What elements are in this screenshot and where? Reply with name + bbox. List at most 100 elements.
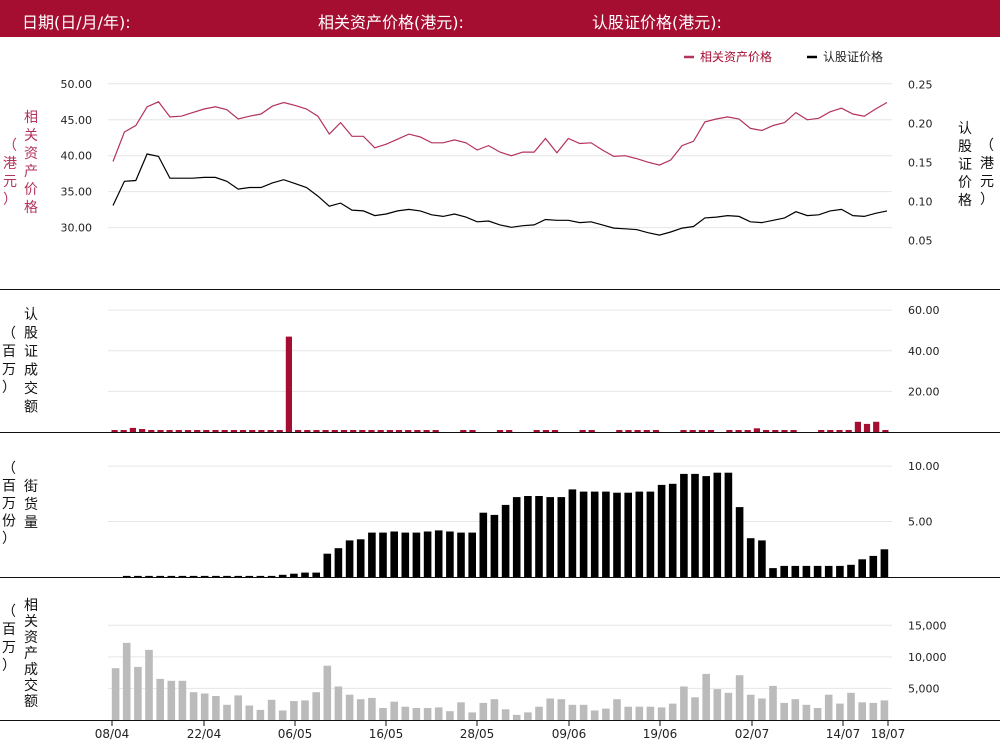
warrant-turnover-bar bbox=[643, 430, 650, 432]
outstanding-bar bbox=[390, 531, 398, 577]
outstanding-bar bbox=[613, 492, 621, 577]
outstanding-bar bbox=[535, 496, 543, 577]
outstanding-bar bbox=[557, 497, 566, 577]
outstanding-bar bbox=[802, 565, 811, 577]
asset-turnover-bar bbox=[479, 702, 488, 720]
asset-turnover-bar bbox=[111, 668, 120, 720]
warrant-turnover-bar bbox=[340, 430, 348, 432]
outstanding-bar bbox=[412, 532, 421, 577]
y-tick-left: 35.00 bbox=[61, 186, 93, 199]
asset-turnover-bar bbox=[245, 705, 254, 720]
asset-turnover-bar bbox=[501, 709, 510, 720]
asset-turnover-bar bbox=[167, 680, 176, 720]
outstanding-bar bbox=[780, 565, 788, 577]
asset-turnover-bar bbox=[713, 689, 722, 720]
outstanding-bar bbox=[668, 483, 677, 577]
outstanding-bar bbox=[434, 530, 443, 577]
outstanding-bar bbox=[200, 575, 209, 577]
outstanding-bar bbox=[301, 572, 309, 577]
outstanding-bar bbox=[847, 564, 855, 577]
outstanding-bar bbox=[769, 568, 777, 577]
outstanding-bar bbox=[490, 514, 499, 577]
asset-turnover-bar bbox=[200, 693, 209, 720]
y-tick-left: 40.00 bbox=[61, 150, 93, 163]
asset-turnover-bar bbox=[323, 665, 332, 720]
outstanding-bar bbox=[122, 575, 131, 577]
warrant-turnover-bar bbox=[496, 430, 504, 432]
warrant-turnover-bar bbox=[616, 430, 623, 432]
asset-turnover-bar bbox=[468, 712, 476, 720]
warrant-turnover-bar bbox=[249, 430, 256, 432]
outstanding-bar bbox=[624, 492, 632, 577]
outstanding-bar bbox=[345, 540, 354, 577]
warrant-turnover-bar bbox=[460, 430, 467, 432]
x-tick-label: 14/07 bbox=[826, 727, 861, 741]
asset-turnover-bar bbox=[657, 707, 666, 720]
asset-turnover-bar bbox=[535, 706, 543, 720]
warrant-turnover-bar bbox=[239, 430, 247, 432]
warrant-turnover-bar bbox=[184, 430, 192, 432]
asset-turnover-bar bbox=[189, 692, 198, 720]
outstanding-bar bbox=[836, 565, 844, 577]
warrant-turnover-bar bbox=[129, 427, 136, 432]
outstanding-bar bbox=[646, 491, 655, 577]
y-tick: 60.00 bbox=[908, 304, 940, 317]
chart-page: 日期(日/月/年): 相关资产价格(港元): 认股证价格(港元): 50.00 4… bbox=[0, 0, 1000, 751]
warrant-price-line bbox=[112, 153, 888, 236]
x-tick-label: 18/07 bbox=[871, 727, 906, 741]
warrant-turnover-bar bbox=[258, 430, 265, 432]
asset-turnover-bar bbox=[390, 701, 398, 720]
warrant-turnover-bar bbox=[276, 430, 283, 432]
warrant-turnover-bar bbox=[295, 430, 302, 432]
outstanding-bar bbox=[746, 538, 755, 577]
outstanding-bar bbox=[368, 532, 376, 577]
asset-turnover-bar bbox=[434, 707, 443, 720]
outstanding-bar bbox=[234, 575, 242, 577]
asset-turnover-bar bbox=[356, 699, 365, 720]
asset-turnover-bar bbox=[145, 649, 153, 720]
warrant-turnover-bar bbox=[689, 430, 696, 432]
warrant-turnover-bar bbox=[166, 430, 173, 432]
warrant-turnover-bar bbox=[414, 430, 421, 432]
warrant-turnover-bar bbox=[359, 430, 366, 432]
outstanding-bar bbox=[657, 484, 666, 577]
asset-turnover-bar bbox=[735, 675, 744, 720]
warrant-turnover-bar bbox=[827, 430, 834, 432]
asset-turnover-bar bbox=[446, 711, 454, 720]
warrant-turnover-bar bbox=[313, 430, 320, 432]
y-axis-title-right-unit: （港元） bbox=[980, 138, 994, 208]
asset-turnover-bar bbox=[134, 666, 142, 720]
outstanding-bar bbox=[524, 496, 532, 577]
outstanding-bar bbox=[245, 575, 254, 577]
outstanding-bar bbox=[212, 575, 220, 577]
outstanding-bar bbox=[156, 575, 164, 577]
asset-turnover-bar bbox=[379, 708, 387, 720]
x-tick-label: 16/05 bbox=[369, 727, 404, 741]
warrant-turnover-bar bbox=[157, 430, 164, 432]
asset-turnover-bar bbox=[880, 700, 889, 720]
warrant-turnover-bar bbox=[432, 430, 439, 432]
asset-turnover-bar bbox=[312, 692, 320, 720]
outstanding-bar bbox=[824, 565, 833, 577]
x-tick-label: 22/04 bbox=[187, 727, 222, 741]
outstanding-bar bbox=[223, 575, 231, 577]
y-axis-title-right: 认股证价格 bbox=[958, 121, 972, 209]
outstanding-bar bbox=[568, 489, 577, 577]
warrant-turnover-bar bbox=[854, 421, 861, 432]
outstanding-bar bbox=[758, 540, 766, 577]
y-tick: 20.00 bbox=[908, 385, 940, 398]
asset-turnover-bar bbox=[345, 694, 354, 720]
y-axis-title-warrant-turnover-unit: （百万） bbox=[2, 326, 16, 396]
warrant-turnover-bar bbox=[634, 430, 641, 432]
outstanding-bar bbox=[189, 575, 198, 577]
y-axis-title-asset-turnover: 相关资产成交额 bbox=[24, 598, 38, 710]
outstanding-bar bbox=[312, 572, 320, 577]
warrant-turnover-bar bbox=[469, 430, 476, 432]
y-tick: 5,000 bbox=[908, 682, 940, 695]
asset-turnover-bar bbox=[512, 714, 521, 720]
asset-turnover-bar bbox=[635, 706, 644, 720]
outstanding-bar bbox=[457, 532, 465, 577]
asset-turnover-bar bbox=[579, 704, 588, 720]
asset-turnover-bar bbox=[267, 699, 276, 720]
asset-turnover-bar bbox=[869, 702, 878, 720]
